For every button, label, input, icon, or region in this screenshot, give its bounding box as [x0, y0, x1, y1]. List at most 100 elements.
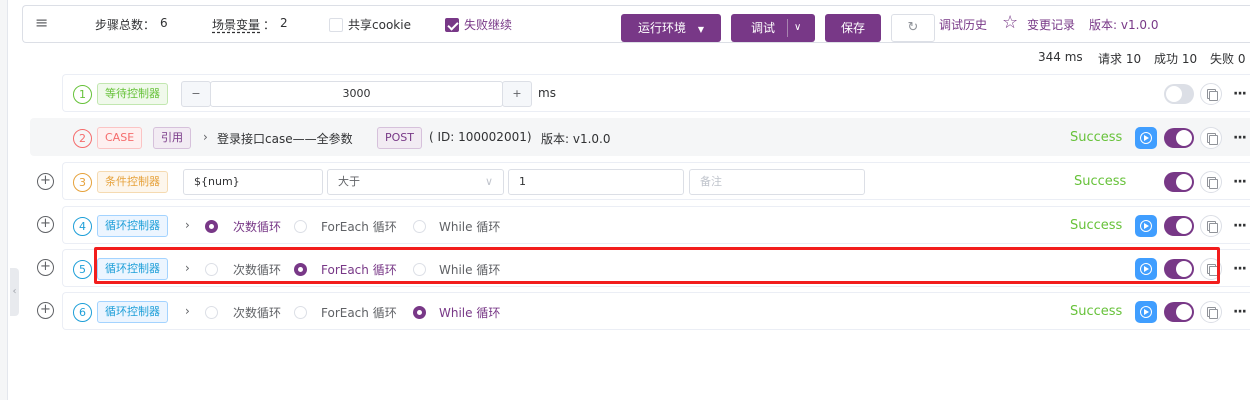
- run-environment-button[interactable]: 运行环境 ▼: [621, 14, 721, 42]
- run-step-icon[interactable]: [1135, 215, 1157, 237]
- case-version: 版本: v1.0.0: [541, 132, 611, 146]
- chevron-down-icon[interactable]: ∨: [794, 14, 801, 42]
- step-index: 4: [73, 217, 92, 236]
- loop-type-foreach-label[interactable]: ForEach 循环: [321, 261, 397, 278]
- loop-type-count-radio[interactable]: [205, 263, 218, 276]
- loop-type-count-radio[interactable]: [205, 306, 218, 319]
- chevron-right-icon[interactable]: ›: [185, 261, 190, 275]
- status-success: Success: [1070, 218, 1123, 233]
- enable-toggle[interactable]: [1164, 259, 1194, 279]
- copy-icon[interactable]: [1200, 83, 1222, 105]
- enable-toggle[interactable]: [1164, 84, 1194, 104]
- add-step-icon[interactable]: +: [37, 173, 54, 190]
- fail-count: 失败 0: [1210, 52, 1246, 66]
- menu-icon[interactable]: ≡: [35, 14, 49, 32]
- debug-history-link[interactable]: 调试历史: [939, 16, 987, 33]
- refresh-button[interactable]: ↻: [891, 14, 935, 42]
- enable-toggle[interactable]: [1164, 128, 1194, 148]
- save-button[interactable]: 保存: [825, 14, 881, 42]
- step-index: 2: [73, 129, 92, 148]
- note-input[interactable]: 备注: [689, 169, 865, 195]
- scene-variable-value: 2: [280, 16, 288, 30]
- more-icon[interactable]: ···: [1233, 218, 1247, 234]
- increment-button[interactable]: +: [502, 81, 532, 107]
- run-step-icon[interactable]: [1135, 258, 1157, 280]
- add-step-icon[interactable]: +: [37, 302, 54, 319]
- step-index: 1: [73, 85, 92, 104]
- loop-type-foreach-radio[interactable]: [294, 306, 307, 319]
- copy-icon[interactable]: [1200, 301, 1222, 323]
- condition-variable-input[interactable]: ${num}: [183, 169, 323, 195]
- case-id: ( ID: 100002001): [429, 130, 532, 144]
- decrement-button[interactable]: −: [181, 81, 211, 107]
- change-log-link[interactable]: 变更记录: [1027, 16, 1075, 33]
- loop-type-while-label[interactable]: While 循环: [439, 261, 500, 278]
- enable-toggle[interactable]: [1164, 216, 1194, 236]
- loop-type-while-label[interactable]: While 循环: [439, 304, 500, 321]
- loop-type-while-label[interactable]: While 循环: [439, 218, 500, 235]
- enable-toggle[interactable]: [1164, 172, 1194, 192]
- star-icon[interactable]: ☆: [1002, 12, 1018, 33]
- condition-value-input[interactable]: 1: [508, 169, 684, 195]
- chevron-right-icon[interactable]: ›: [185, 218, 190, 232]
- wait-time-input[interactable]: 3000: [210, 81, 503, 107]
- debug-label: 调试: [750, 21, 775, 35]
- loop-controller-tag: 循环控制器: [97, 301, 168, 323]
- collapse-panel-handle[interactable]: ‹: [10, 268, 19, 316]
- step-row-2: 2 CASE 引用 › 登录接口case——全参数 POST ( ID: 100…: [30, 118, 1250, 156]
- scene-variable-sep: ：: [263, 18, 276, 32]
- step-row-6: 6 循环控制器 › 次数循环 ForEach 循环 While 循环 Succe…: [62, 292, 1250, 330]
- add-step-icon[interactable]: +: [37, 216, 54, 233]
- run-step-icon[interactable]: [1135, 301, 1157, 323]
- version-label: 版本: v1.0.0: [1089, 18, 1159, 32]
- copy-icon[interactable]: [1200, 127, 1222, 149]
- status-success: Success: [1070, 130, 1123, 145]
- step-row-4: 4 循环控制器 › 次数循环 ForEach 循环 While 循环 Succe…: [62, 206, 1250, 244]
- more-icon[interactable]: ···: [1233, 86, 1247, 102]
- loop-type-while-radio[interactable]: [413, 220, 426, 233]
- success-count: 成功 10: [1154, 52, 1198, 66]
- step-index: 5: [73, 260, 92, 279]
- debug-split-button[interactable]: 调试 ∨: [731, 14, 815, 42]
- loop-type-foreach-radio[interactable]: [294, 263, 307, 276]
- copy-icon[interactable]: [1200, 258, 1222, 280]
- loop-type-foreach-label[interactable]: ForEach 循环: [321, 304, 397, 321]
- status-success: Success: [1074, 174, 1127, 189]
- enable-toggle[interactable]: [1164, 302, 1194, 322]
- step-index: 3: [73, 173, 92, 192]
- more-icon[interactable]: ···: [1233, 304, 1247, 320]
- more-icon[interactable]: ···: [1233, 130, 1247, 146]
- copy-icon[interactable]: [1200, 171, 1222, 193]
- loop-type-count-label[interactable]: 次数循环: [233, 261, 281, 278]
- fail-continue-label[interactable]: 失败继续: [464, 16, 512, 33]
- loop-type-count-label[interactable]: 次数循环: [233, 218, 281, 235]
- loop-type-foreach-radio[interactable]: [294, 220, 307, 233]
- operator-value: 大于: [338, 175, 360, 188]
- more-icon[interactable]: ···: [1233, 174, 1247, 190]
- scene-variable-link[interactable]: 场景变量: [212, 16, 260, 33]
- more-icon[interactable]: ···: [1233, 261, 1247, 277]
- wait-unit: ms: [538, 86, 556, 100]
- request-count: 请求 10: [1098, 52, 1142, 66]
- condition-operator-select[interactable]: 大于 ∨: [327, 169, 504, 195]
- status-success: Success: [1070, 304, 1123, 319]
- loop-type-foreach-label[interactable]: ForEach 循环: [321, 218, 397, 235]
- total-duration: 344 ms: [1038, 50, 1083, 64]
- fail-continue-checkbox[interactable]: [445, 18, 459, 32]
- loop-type-while-radio[interactable]: [413, 306, 426, 319]
- loop-type-while-radio[interactable]: [413, 263, 426, 276]
- run-step-icon[interactable]: [1135, 127, 1157, 149]
- add-step-icon[interactable]: +: [37, 259, 54, 276]
- reference-tag: 引用: [153, 127, 191, 149]
- wait-controller-tag: 等待控制器: [97, 83, 168, 105]
- condition-controller-tag: 条件控制器: [97, 171, 168, 193]
- chevron-right-icon[interactable]: ›: [203, 130, 208, 144]
- loop-type-count-radio[interactable]: [205, 220, 218, 233]
- step-total-value: 6: [160, 16, 168, 30]
- copy-icon[interactable]: [1200, 215, 1222, 237]
- step-index: 6: [73, 303, 92, 322]
- loop-type-count-label[interactable]: 次数循环: [233, 304, 281, 321]
- share-cookie-label[interactable]: 共享cookie: [348, 16, 411, 33]
- chevron-right-icon[interactable]: ›: [185, 304, 190, 318]
- share-cookie-checkbox[interactable]: [329, 18, 343, 32]
